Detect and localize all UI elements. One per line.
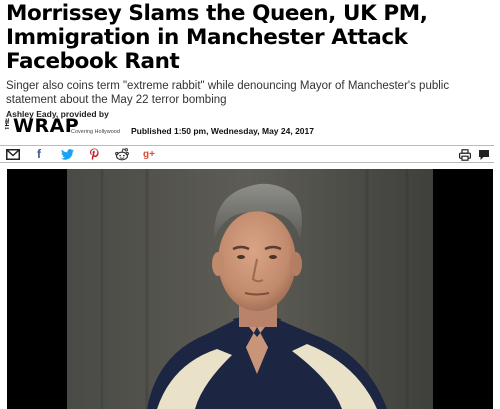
man-photo	[67, 169, 433, 409]
twitter-icon[interactable]	[61, 148, 74, 161]
logo-wrap: WRAP	[13, 115, 80, 137]
headline-line: Immigration in Manchester Attack	[6, 25, 408, 50]
subheadline: Singer also coins term "extreme rabbit" …	[6, 80, 450, 106]
reddit-icon[interactable]	[115, 148, 129, 161]
headline-line: Morrissey Slams the Queen, UK PM,	[6, 1, 428, 26]
the-wrap-logo[interactable]: THE WRAP Covering Hollywood	[5, 115, 130, 137]
print-icon[interactable]	[459, 148, 471, 161]
headline: Morrissey Slams the Queen, UK PM, Immigr…	[6, 2, 496, 74]
pinterest-icon[interactable]	[89, 148, 100, 161]
facebook-icon[interactable]: f	[37, 148, 41, 161]
logo-the: THE	[5, 118, 11, 130]
google-plus-icon[interactable]: g+	[143, 148, 155, 161]
headline-line: Facebook Rant	[6, 49, 180, 74]
comment-icon[interactable]	[478, 148, 490, 161]
share-bar: f g+	[0, 145, 494, 163]
email-icon[interactable]	[6, 148, 20, 161]
article-photo[interactable]	[7, 169, 493, 409]
published-date: Published 1:50 pm, Wednesday, May 24, 20…	[131, 126, 314, 136]
logo-tagline: Covering Hollywood	[71, 129, 120, 135]
